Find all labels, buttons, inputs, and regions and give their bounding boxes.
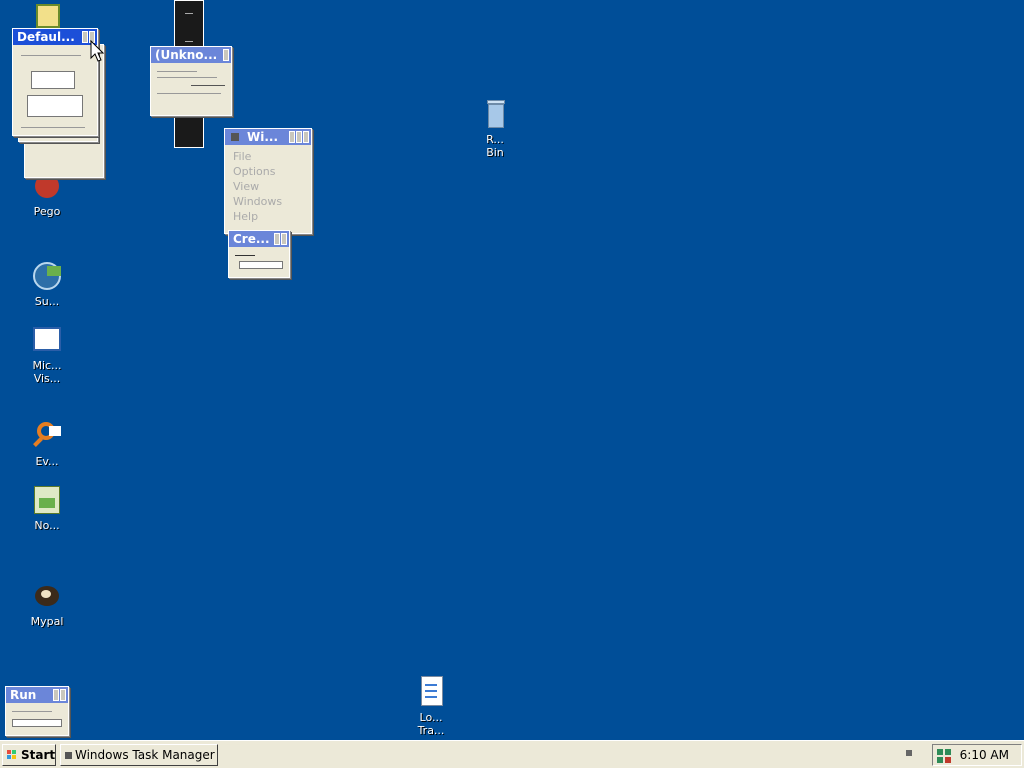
- close-button[interactable]: [303, 131, 309, 143]
- window-cre[interactable]: Cre...: [228, 230, 290, 278]
- window-titlebar[interactable]: Wi...: [225, 129, 311, 145]
- window-titlebar[interactable]: (Unkno...: [151, 47, 231, 63]
- menu-item-windows[interactable]: Windows: [233, 194, 311, 209]
- clock-icon: [36, 4, 60, 28]
- desktop-icon-label: No...: [34, 519, 60, 532]
- menu-item-options[interactable]: Options: [233, 164, 311, 179]
- menu-item-file[interactable]: File: [233, 149, 311, 164]
- desktop-icon-label: Ev...: [35, 455, 59, 468]
- windows-logo-icon: [7, 750, 17, 760]
- desktop-icon-label: Su...: [34, 295, 60, 308]
- desktop-icon-ev[interactable]: Ev...: [15, 420, 79, 468]
- desktop-icon-mypal[interactable]: Mypal: [15, 580, 79, 628]
- menu-item-help[interactable]: Help: [233, 209, 311, 224]
- image-file-icon: [31, 484, 63, 516]
- desktop-icon-no[interactable]: No...: [15, 484, 79, 532]
- desktop-icon-lo-tra[interactable]: Lo... Tra...: [399, 676, 463, 737]
- minimize-button[interactable]: [53, 689, 59, 701]
- window-titlebar[interactable]: Cre...: [229, 231, 289, 247]
- desktop-icon-mic-vis[interactable]: Mic... Vis...: [15, 324, 79, 385]
- window-title: Run: [10, 688, 37, 702]
- close-button[interactable]: [223, 49, 229, 61]
- close-button[interactable]: [60, 689, 66, 701]
- desktop[interactable]: Pego Su... Mic... Vis... Ev... No... Myp…: [0, 0, 1024, 740]
- window-title: Defaul...: [17, 30, 75, 44]
- maximize-button[interactable]: [296, 131, 302, 143]
- window-titlebar[interactable]: Defaul...: [13, 29, 97, 45]
- desktop-icon-label: Lo... Tra...: [417, 711, 445, 737]
- window-run[interactable]: Run: [5, 686, 69, 736]
- window-controls[interactable]: [53, 689, 66, 701]
- desktop-icon-su[interactable]: Su...: [15, 260, 79, 308]
- window-wi[interactable]: Wi... File Options View Windows Help: [224, 128, 312, 234]
- app-window-icon: [31, 324, 63, 356]
- tray-toggle-icon[interactable]: [906, 750, 912, 756]
- window-default[interactable]: Defaul...: [12, 28, 98, 136]
- mouse-pointer-icon: [90, 40, 104, 62]
- desktop-icon-label: Mic... Vis...: [32, 359, 62, 385]
- taskbar-button-label: Windows Task Manager: [75, 748, 215, 762]
- minimize-button[interactable]: [274, 233, 280, 245]
- system-tray: 6:10 AM: [932, 744, 1022, 766]
- mypal-icon: [31, 580, 63, 612]
- window-title: Cre...: [233, 232, 270, 246]
- window-titlebar[interactable]: Run: [6, 687, 68, 703]
- start-button[interactable]: Start: [2, 744, 56, 766]
- globe-icon: [31, 260, 63, 292]
- recycle-bin-icon: [479, 98, 511, 130]
- clock[interactable]: 6:10 AM: [960, 748, 1009, 762]
- start-label: Start: [21, 748, 56, 762]
- document-icon: [415, 676, 447, 708]
- desktop-icon-clock[interactable]: [16, 4, 80, 31]
- desktop-icon-label: R... Bin: [486, 133, 504, 159]
- desktop-icon-recycle-bin[interactable]: R... Bin: [463, 98, 527, 159]
- taskbar-button-task-manager[interactable]: Windows Task Manager: [60, 744, 218, 766]
- task-manager-icon: [65, 752, 72, 759]
- magnifier-icon: [31, 420, 63, 452]
- window-title: Wi...: [247, 130, 279, 144]
- network-icon[interactable]: [937, 749, 951, 763]
- window-controls[interactable]: [289, 131, 309, 143]
- window-unknown[interactable]: (Unkno...: [150, 46, 232, 116]
- minimize-button[interactable]: [289, 131, 295, 143]
- close-button[interactable]: [281, 233, 287, 245]
- taskbar: Start Windows Task Manager 6:10 AM: [0, 740, 1024, 768]
- minimize-button[interactable]: [82, 31, 88, 43]
- desktop-icon-label: Mypal: [30, 615, 64, 628]
- window-controls[interactable]: [274, 233, 287, 245]
- window-title: (Unkno...: [155, 48, 218, 62]
- desktop-icon-label: Pego: [33, 205, 61, 218]
- window-menu: File Options View Windows Help: [225, 145, 311, 224]
- app-icon: [231, 133, 239, 141]
- menu-item-view[interactable]: View: [233, 179, 311, 194]
- window-controls[interactable]: [223, 49, 229, 61]
